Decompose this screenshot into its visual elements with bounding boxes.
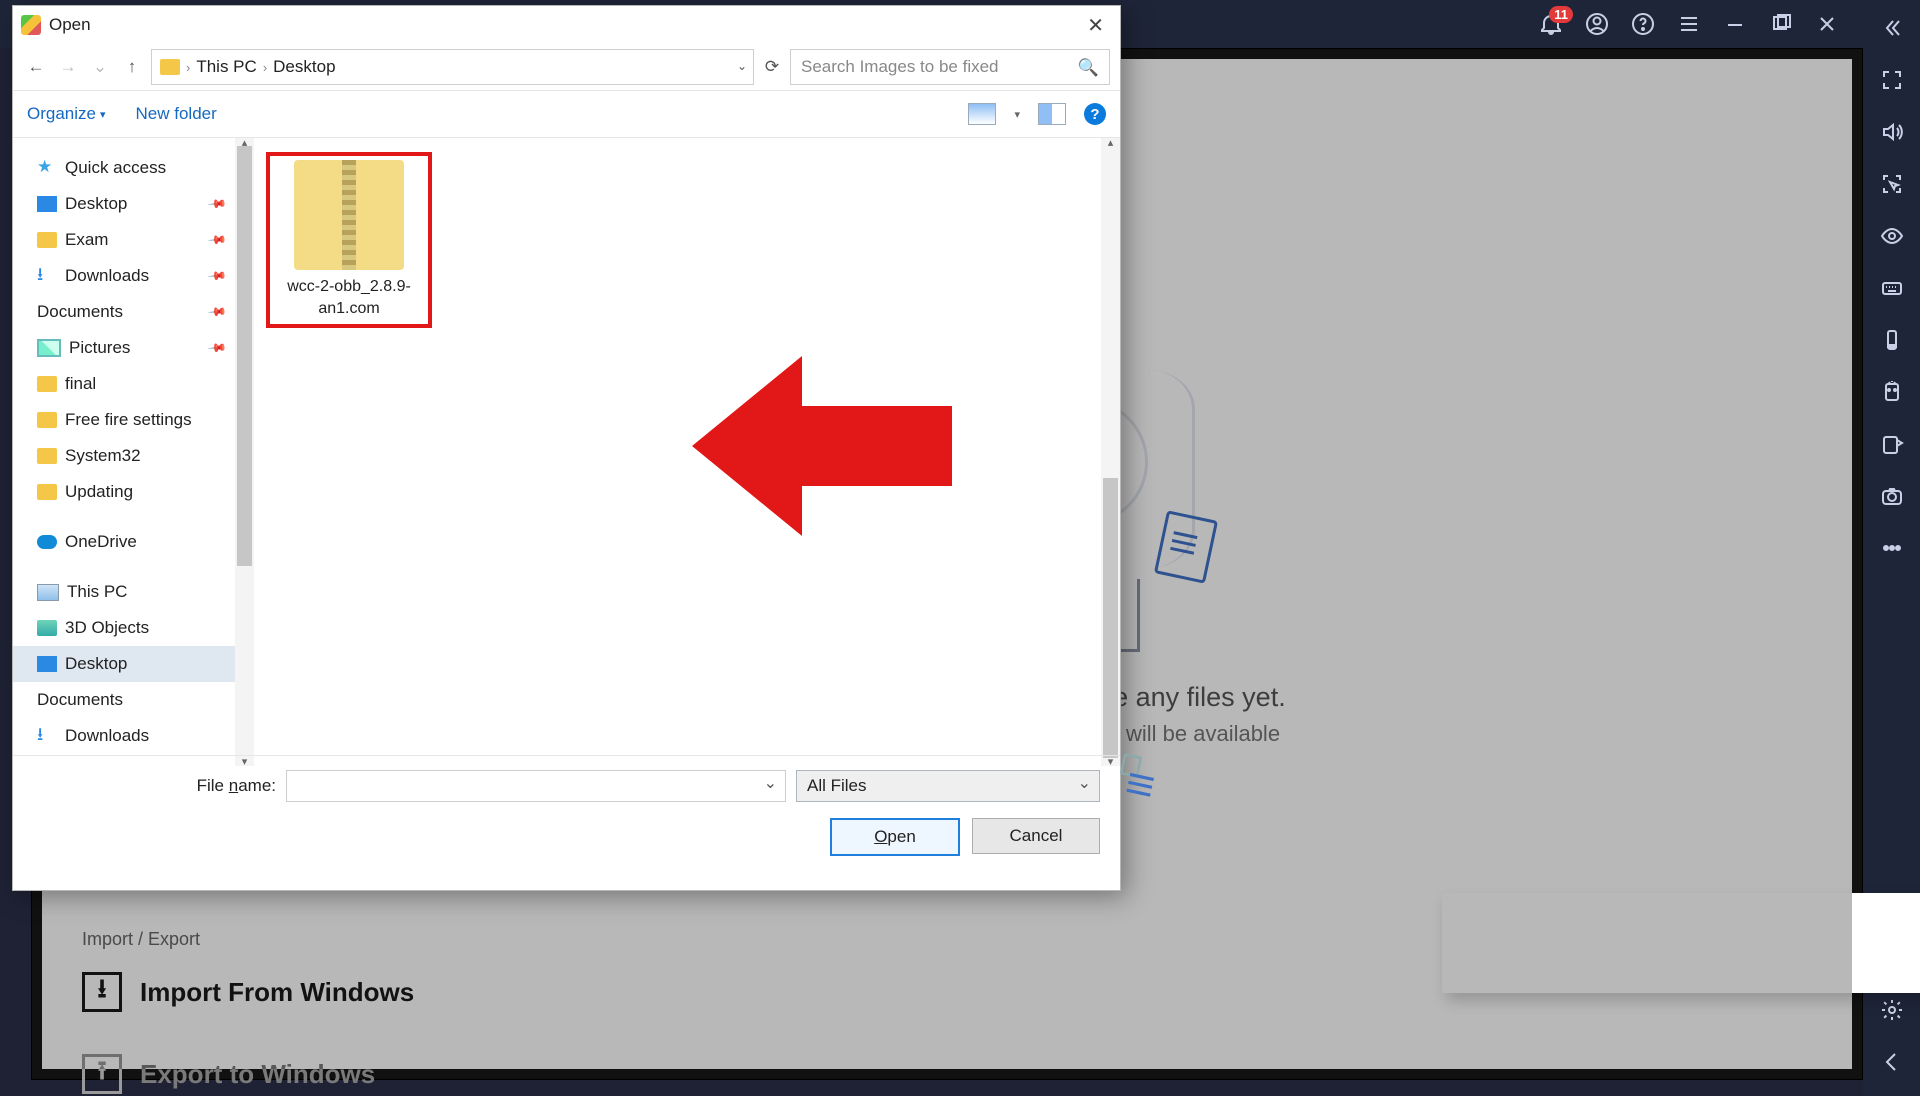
- minimize-icon[interactable]: [1723, 12, 1747, 36]
- help-icon[interactable]: [1631, 12, 1655, 36]
- nav-forward-icon: →: [55, 57, 81, 77]
- search-placeholder: Search Images to be fixed: [801, 57, 999, 77]
- pin-icon: 📌: [207, 194, 227, 214]
- annotation-arrow: [692, 346, 962, 546]
- new-folder-button[interactable]: New folder: [136, 104, 217, 124]
- nav-up-icon[interactable]: ↑: [119, 57, 145, 77]
- volume-icon[interactable]: [1880, 120, 1904, 144]
- drop-target[interactable]: [1442, 893, 1920, 993]
- dialog-toolbar: Organize New folder ▾ ?: [13, 90, 1120, 138]
- maximize-icon[interactable]: [1769, 12, 1793, 36]
- dialog-titlebar[interactable]: Open ✕: [13, 6, 1120, 44]
- tree-system32[interactable]: System32: [13, 438, 235, 474]
- zip-icon: [294, 160, 404, 270]
- gamepad-icon[interactable]: [1880, 380, 1904, 404]
- notifications-icon[interactable]: 11: [1539, 12, 1563, 36]
- folder-icon: [160, 59, 180, 75]
- open-file-dialog: Open ✕ ← → ⌄ ↑ › This PC › Desktop ⌄ ⟳ S…: [12, 5, 1121, 891]
- screenshot-icon[interactable]: [1880, 484, 1904, 508]
- file-label: wcc-2-obb_2.8.9-an1.com: [274, 276, 424, 320]
- search-icon[interactable]: 🔍: [1078, 58, 1099, 78]
- filename-input[interactable]: [286, 770, 786, 802]
- fullscreen-icon[interactable]: [1880, 68, 1904, 92]
- lock-cursor-icon[interactable]: [1880, 172, 1904, 196]
- tree-freefire[interactable]: Free fire settings: [13, 402, 235, 438]
- breadcrumb-dropdown-icon[interactable]: ⌄: [737, 59, 747, 73]
- section-label: Import / Export: [82, 929, 414, 950]
- breadcrumb-thispc[interactable]: This PC: [196, 57, 256, 77]
- collapse-rail-icon[interactable]: [1880, 16, 1904, 40]
- nav-recent-icon[interactable]: ⌄: [87, 57, 113, 77]
- tree-desktop[interactable]: Desktop: [13, 646, 235, 682]
- notifications-badge: 11: [1549, 6, 1573, 23]
- dialog-footer: File name: All Files Open Cancel: [13, 755, 1120, 890]
- pin-icon: 📌: [207, 302, 227, 322]
- settings-icon[interactable]: [1880, 998, 1904, 1022]
- file-type-filter[interactable]: All Files: [796, 770, 1100, 802]
- nav-back-icon[interactable]: ←: [23, 57, 49, 77]
- import-from-windows[interactable]: ⭳Import From Windows: [82, 972, 414, 1012]
- tree-downloads[interactable]: ⭳Downloads: [13, 718, 235, 754]
- dialog-close-icon[interactable]: ✕: [1079, 9, 1112, 42]
- file-item-zip[interactable]: wcc-2-obb_2.8.9-an1.com: [274, 160, 424, 320]
- back-icon[interactable]: [1880, 1050, 1904, 1074]
- pin-icon: 📌: [207, 230, 227, 250]
- tree-pictures-pinned[interactable]: Pictures📌: [13, 330, 235, 366]
- dialog-navbar: ← → ⌄ ↑ › This PC › Desktop ⌄ ⟳ Search I…: [13, 44, 1120, 90]
- filename-label: File name:: [197, 776, 276, 796]
- tree-exam[interactable]: Exam📌: [13, 222, 235, 258]
- tree-updating[interactable]: Updating: [13, 474, 235, 510]
- organize-button[interactable]: Organize: [27, 104, 106, 124]
- breadcrumb-desktop[interactable]: Desktop: [273, 57, 335, 77]
- pin-icon: 📌: [207, 338, 227, 358]
- rotate-device-icon[interactable]: [1880, 328, 1904, 352]
- app-logo-icon: [21, 15, 41, 35]
- search-input[interactable]: Search Images to be fixed 🔍: [790, 49, 1110, 85]
- refresh-icon[interactable]: ⟳: [760, 57, 784, 77]
- tree-documents[interactable]: Documents: [13, 682, 235, 718]
- dialog-title: Open: [49, 15, 91, 35]
- files-scrollbar[interactable]: ▴▾: [1101, 138, 1120, 766]
- more-icon[interactable]: [1880, 536, 1904, 560]
- tree-this-pc[interactable]: This PC: [13, 574, 235, 610]
- tree-documents-pinned[interactable]: Documents📌: [13, 294, 235, 330]
- cancel-button[interactable]: Cancel: [972, 818, 1100, 854]
- bluestacks-window-controls: 11: [1539, 12, 1839, 36]
- hamburger-icon[interactable]: [1677, 12, 1701, 36]
- export-to-windows[interactable]: ⭱Export to Windows: [82, 1054, 414, 1094]
- tree-quick-access[interactable]: ★Quick access: [13, 150, 235, 186]
- eye-icon[interactable]: [1880, 224, 1904, 248]
- macro-play-icon[interactable]: [1880, 432, 1904, 456]
- pin-icon: 📌: [207, 266, 227, 286]
- tree-onedrive[interactable]: OneDrive: [13, 524, 235, 560]
- view-mode-button[interactable]: [968, 103, 996, 125]
- close-icon[interactable]: [1815, 12, 1839, 36]
- preview-pane-button[interactable]: [1038, 103, 1066, 125]
- open-button[interactable]: Open: [830, 818, 960, 856]
- dialog-help-icon[interactable]: ?: [1084, 103, 1106, 125]
- nav-tree[interactable]: ★Quick access Desktop📌 Exam📌 ⭳Downloads📌…: [13, 138, 236, 766]
- keyboard-icon[interactable]: [1880, 276, 1904, 300]
- tree-3d-objects[interactable]: 3D Objects: [13, 610, 235, 646]
- breadcrumb[interactable]: › This PC › Desktop ⌄: [151, 49, 754, 85]
- file-list[interactable]: wcc-2-obb_2.8.9-an1.com ▴▾: [236, 138, 1120, 766]
- tree-desktop-pinned[interactable]: Desktop📌: [13, 186, 235, 222]
- tree-downloads-pinned[interactable]: ⭳Downloads📌: [13, 258, 235, 294]
- account-icon[interactable]: [1585, 12, 1609, 36]
- mm-sidebar: Import / Export ⭳Import From Windows ⭱Ex…: [82, 929, 414, 1094]
- tree-final[interactable]: final: [13, 366, 235, 402]
